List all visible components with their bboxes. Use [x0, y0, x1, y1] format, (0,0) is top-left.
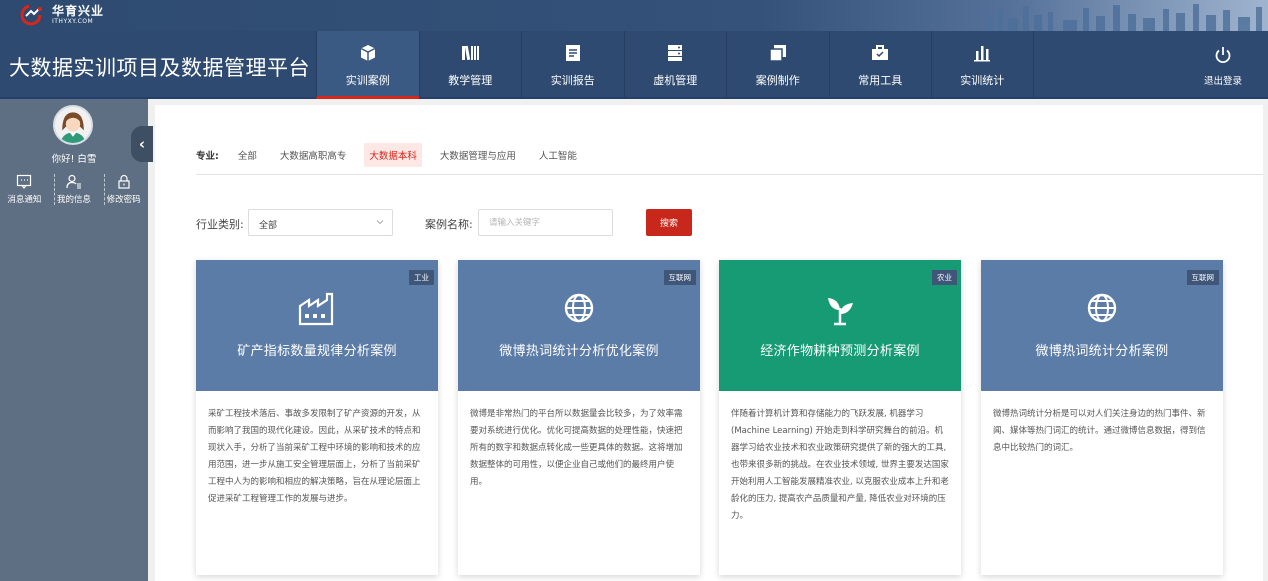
- case-card-description: 伴随着计算机计算和存储能力的飞跃发展, 机器学习(Machine Learnin…: [731, 409, 949, 521]
- sidebar-actions: 消息通知 我的信息 修改密码: [0, 174, 148, 205]
- case-card-title: 微博热词统计分析案例: [1035, 344, 1169, 359]
- books-icon: [462, 45, 480, 61]
- filter-option-management[interactable]: 大数据管理与应用: [435, 143, 521, 167]
- my-info-button[interactable]: 我的信息: [53, 174, 93, 205]
- messages-button[interactable]: 消息通知: [5, 174, 43, 205]
- sprout-icon: [828, 298, 853, 326]
- chevron-left-icon: ‹: [138, 135, 146, 153]
- globe-icon: [564, 293, 594, 323]
- industry-select[interactable]: 全部: [248, 209, 393, 236]
- industry-tag: 互联网: [1186, 270, 1219, 285]
- case-card-header: 工业 矿产指标数量规律分析案例: [196, 260, 438, 391]
- case-card[interactable]: 互联网 微博热词统计分析优化案例 微博是非常热门的平台所以数据量会比较多，为了效…: [458, 260, 700, 575]
- search-bar: 行业类别: 全部 案例名称: 搜索: [196, 209, 796, 237]
- nav-label: 案例制作: [755, 74, 800, 87]
- case-card[interactable]: 工业 矿产指标数量规律分析案例 采矿工程技术落后、事故多发限制了矿产资源的开发，…: [196, 260, 438, 575]
- user-greeting: 你好! 白雪: [51, 154, 97, 165]
- filter-option-vocational[interactable]: 大数据高职高专: [275, 143, 352, 167]
- nav-item-tools[interactable]: 常用工具: [828, 31, 932, 99]
- case-make-icon: [769, 45, 786, 62]
- sidebar-collapse-button[interactable]: ‹: [131, 126, 153, 162]
- industry-select-value: 全部: [259, 221, 278, 231]
- case-card-description: 微博热词统计分析是可以对人们关注身边的热门事件、新闻、媒体等热门词汇的统计。通过…: [993, 409, 1206, 453]
- filter-option-undergrad[interactable]: 大数据本科: [364, 143, 422, 167]
- message-icon: [17, 174, 32, 189]
- user-list-icon: [66, 174, 81, 189]
- brand-logo: 华育兴业 ITHYXY.COM: [20, 4, 104, 26]
- case-card-header: 互联网 微博热词统计分析案例: [981, 260, 1223, 391]
- major-filter: 专业: 全部 大数据高职高专 大数据本科 大数据管理与应用 人工智能: [196, 143, 595, 167]
- city-skyline-image: [988, 4, 1262, 31]
- factory-icon: [298, 292, 334, 326]
- nav-item-training-cases[interactable]: 实训案例: [316, 31, 419, 99]
- case-card[interactable]: 农业 经济作物耕种预测分析案例 伴随着计算机计算和存储能力的飞跃发展, 机器学习…: [719, 260, 961, 575]
- nav-item-teaching[interactable]: 教学管理: [418, 31, 522, 99]
- case-name-input[interactable]: [478, 209, 613, 236]
- sidebar-action-label: 我的信息: [56, 195, 91, 205]
- report-icon: [565, 45, 580, 61]
- bar-chart-icon: [974, 46, 991, 62]
- server-icon: [668, 45, 683, 61]
- main-content: 专业: 全部 大数据高职高专 大数据本科 大数据管理与应用 人工智能 行业类别:…: [155, 105, 1263, 581]
- cube-icon: [360, 45, 376, 61]
- power-icon: [1215, 47, 1231, 64]
- logout-button[interactable]: 退出登录: [1204, 45, 1242, 87]
- nav-label: 虚机管理: [653, 74, 698, 87]
- search-button[interactable]: 搜索: [646, 209, 692, 236]
- industry-tag: 工业: [409, 270, 434, 285]
- case-card-header: 互联网 微博热词统计分析优化案例: [458, 260, 700, 391]
- industry-tag: 农业: [932, 270, 957, 285]
- nav-label: 常用工具: [858, 74, 903, 87]
- sidebar-action-label: 修改密码: [106, 195, 141, 205]
- nav-label: 实训案例: [345, 74, 390, 87]
- toolbox-icon: [872, 45, 889, 60]
- case-name-label: 案例名称:: [425, 218, 473, 231]
- top-banner: 华育兴业 ITHYXY.COM: [0, 0, 1268, 31]
- brand-name: 华育兴业: [52, 4, 105, 18]
- filter-option-ai[interactable]: 人工智能: [534, 143, 582, 167]
- brand-domain: ITHYXY.COM: [52, 18, 94, 25]
- nav-item-vm[interactable]: 虚机管理: [623, 31, 727, 99]
- case-card-title: 微博热词统计分析优化案例: [499, 344, 659, 359]
- case-card[interactable]: 互联网 微博热词统计分析案例 微博热词统计分析是可以对人们关注身边的热门事件、新…: [981, 260, 1223, 575]
- chevron-down-icon: [376, 220, 384, 225]
- case-card-description: 采矿工程技术落后、事故多发限制了矿产资源的开发，从而影响了我国的现代化建设。因此…: [208, 409, 421, 504]
- change-password-button[interactable]: 修改密码: [103, 174, 143, 205]
- case-card-description: 微博是非常热门的平台所以数据量会比较多，为了效率需要对系统进行优化。优化可提高数…: [470, 409, 683, 487]
- filter-label: 专业:: [196, 151, 219, 162]
- main-header: 大数据实训项目及数据管理平台 实训案例 教学管理 实训报告 虚机管理 案例制作 …: [0, 31, 1268, 99]
- sidebar: 你好! 白雪 消息通知 我的信息 修改密码: [0, 99, 148, 581]
- case-card-list: 工业 矿产指标数量规律分析案例 采矿工程技术落后、事故多发限制了矿产资源的开发，…: [196, 260, 1226, 581]
- lock-icon: [118, 174, 130, 189]
- nav-item-statistics[interactable]: 实训统计: [931, 31, 1034, 99]
- logout-label: 退出登录: [1203, 76, 1242, 87]
- nav-label: 教学管理: [448, 74, 493, 87]
- main-nav: 实训案例 教学管理 实训报告 虚机管理 案例制作 常用工具 实训统计: [316, 31, 1034, 99]
- nav-item-case-make[interactable]: 案例制作: [726, 31, 829, 99]
- nav-item-reports[interactable]: 实训报告: [521, 31, 624, 99]
- globe-icon: [1087, 293, 1117, 323]
- brand-mark-icon: [20, 4, 46, 26]
- industry-tag: 互联网: [663, 270, 696, 285]
- nav-label: 实训报告: [550, 74, 595, 87]
- industry-label: 行业类别:: [196, 218, 244, 231]
- avatar[interactable]: [53, 105, 93, 145]
- divider: [196, 174, 1263, 175]
- app-title: 大数据实训项目及数据管理平台: [9, 56, 310, 80]
- nav-label: 实训统计: [960, 74, 1005, 87]
- case-card-header: 农业 经济作物耕种预测分析案例: [719, 260, 961, 391]
- sidebar-action-label: 消息通知: [7, 195, 42, 205]
- case-card-title: 经济作物耕种预测分析案例: [760, 344, 920, 359]
- case-card-title: 矿产指标数量规律分析案例: [237, 344, 397, 359]
- filter-option-all[interactable]: 全部: [233, 143, 262, 167]
